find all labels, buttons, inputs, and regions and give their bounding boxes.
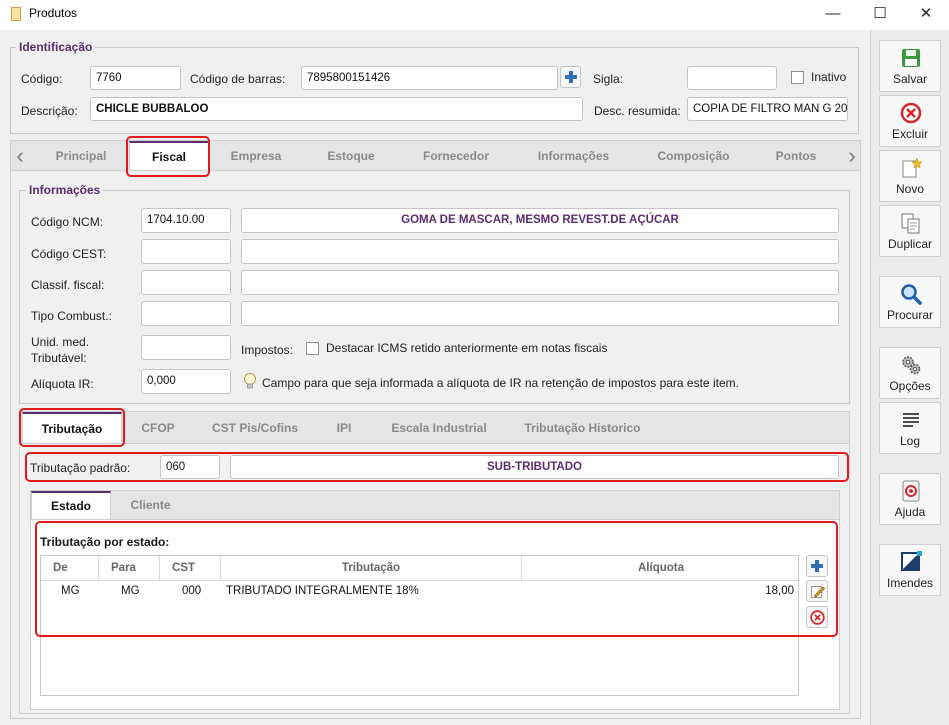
imendes-button[interactable]: Imendes	[879, 544, 941, 596]
plus-icon	[564, 71, 577, 83]
opcoes-button[interactable]: Opções	[879, 347, 941, 399]
unid-med-input[interactable]	[141, 335, 231, 360]
ajuda-button[interactable]: Ajuda	[879, 473, 941, 525]
duplicar-button[interactable]: Duplicar	[879, 205, 941, 257]
minimize-button[interactable]: —	[810, 0, 856, 30]
destacar-icms-label: Destacar ICMS retido anteriormente em no…	[326, 341, 608, 355]
salvar-button[interactable]: Salvar	[879, 40, 941, 92]
tab-cst-pis-cofins[interactable]: CST Pis/Cofins	[200, 412, 310, 443]
classif-fiscal-label: Classif. fiscal:	[31, 278, 105, 292]
cest-label: Código CEST:	[31, 247, 107, 261]
ajuda-label: Ajuda	[894, 505, 926, 519]
tipo-combust-description	[241, 301, 839, 326]
excluir-label: Excluir	[891, 127, 928, 141]
log-button[interactable]: Log	[879, 402, 941, 454]
codigo-barras-input[interactable]: 7895800151426	[301, 66, 558, 90]
identificacao-legend: Identificação	[16, 40, 96, 54]
desc-resumida-input[interactable]: COPIA DE FILTRO MAN G 20	[687, 97, 848, 121]
aliquota-ir-input[interactable]: 0,000	[141, 369, 231, 394]
ncm-input[interactable]: 1704.10.00	[141, 208, 231, 233]
codigo-input[interactable]: 7760	[90, 66, 181, 90]
lightbulb-icon	[244, 373, 256, 389]
new-document-icon	[902, 157, 922, 178]
help-icon	[902, 480, 920, 502]
tab-tributacao-historico[interactable]: Tributação Historico	[515, 412, 650, 443]
close-button[interactable]: ✕	[903, 0, 949, 30]
opcoes-label: Opções	[889, 379, 931, 393]
cest-description	[241, 239, 839, 264]
gears-icon	[902, 356, 921, 375]
unid-med-label-1: Unid. med.	[31, 335, 90, 349]
excluir-button[interactable]: Excluir	[879, 95, 941, 147]
inativo-label: Inativo	[811, 70, 847, 84]
descricao-label: Descrição:	[21, 104, 78, 118]
informacoes-legend: Informações	[26, 183, 104, 197]
aliquota-ir-hint: Campo para que seja informada a alíquota…	[262, 376, 739, 390]
imendes-label: Imendes	[886, 576, 934, 590]
classif-fiscal-input[interactable]	[141, 270, 231, 295]
title-bar: Produtos — ☐ ✕	[0, 0, 949, 30]
log-label: Log	[899, 434, 921, 448]
tab-informacoes[interactable]: Informações	[526, 141, 621, 170]
procurar-button[interactable]: Procurar	[879, 276, 941, 328]
inativo-checkbox[interactable]	[791, 71, 804, 84]
log-lines-icon	[903, 413, 919, 427]
app-icon	[11, 7, 21, 21]
window-title: Produtos	[29, 6, 78, 20]
codigo-label: Código:	[21, 72, 63, 86]
salvar-label: Salvar	[892, 72, 927, 86]
save-icon	[902, 49, 920, 67]
tab-estado[interactable]: Estado	[31, 491, 111, 519]
sub-tab-strip: Tributação CFOP CST Pis/Cofins IPI Escal…	[19, 411, 850, 444]
duplicar-label: Duplicar	[887, 237, 932, 251]
impostos-label: Impostos:	[241, 343, 294, 357]
cest-input[interactable]	[141, 239, 231, 264]
ncm-description: GOMA DE MASCAR, MESMO REVEST.DE AÇÚCAR	[241, 208, 839, 233]
add-barcode-button[interactable]	[560, 66, 581, 88]
novo-label: Novo	[895, 182, 924, 196]
delete-icon	[900, 102, 922, 124]
tab-empresa[interactable]: Empresa	[216, 141, 296, 170]
sigla-input[interactable]	[687, 66, 777, 90]
tab-fornecedor[interactable]: Fornecedor	[411, 141, 501, 170]
desc-resumida-label: Desc. resumida:	[594, 104, 681, 118]
tab-pontos[interactable]: Pontos	[761, 141, 831, 170]
tipo-combust-input[interactable]	[141, 301, 231, 326]
tributacao-tab-highlight	[19, 408, 125, 447]
search-icon	[901, 284, 922, 305]
novo-button[interactable]: Novo	[879, 150, 941, 202]
destacar-icms-checkbox[interactable]	[306, 342, 319, 355]
tab-cliente[interactable]: Cliente	[113, 491, 188, 519]
tipo-combust-label: Tipo Combust.:	[31, 309, 112, 323]
classif-fiscal-description	[241, 270, 839, 295]
estado-tab-strip: Estado Cliente	[30, 490, 840, 520]
unid-med-label-2: Tributável:	[31, 351, 87, 365]
tabs-scroll-left-icon[interactable]: ‹	[11, 141, 29, 170]
procurar-label: Procurar	[886, 308, 933, 322]
tab-cfop[interactable]: CFOP	[128, 412, 188, 443]
tabs-scroll-right-icon[interactable]: ›	[843, 141, 861, 170]
maximize-button[interactable]: ☐	[857, 0, 903, 30]
tab-ipi[interactable]: IPI	[320, 412, 368, 443]
aliquota-ir-label: Alíquota IR:	[31, 377, 94, 391]
tab-estoque[interactable]: Estoque	[311, 141, 391, 170]
tab-composicao[interactable]: Composição	[646, 141, 741, 170]
sigla-label: Sigla:	[593, 72, 624, 86]
tab-escala-industrial[interactable]: Escala Industrial	[380, 412, 498, 443]
tab-principal[interactable]: Principal	[41, 141, 121, 170]
codigo-barras-label: Código de barras:	[190, 72, 286, 86]
descricao-input[interactable]: CHICLE BUBBALOO	[90, 97, 583, 121]
ncm-label: Código NCM:	[31, 215, 104, 229]
duplicate-icon	[901, 213, 920, 234]
tributacao-padrao-highlight	[25, 452, 849, 482]
imendes-logo-icon	[901, 551, 922, 571]
tributacao-estado-highlight	[35, 521, 838, 637]
